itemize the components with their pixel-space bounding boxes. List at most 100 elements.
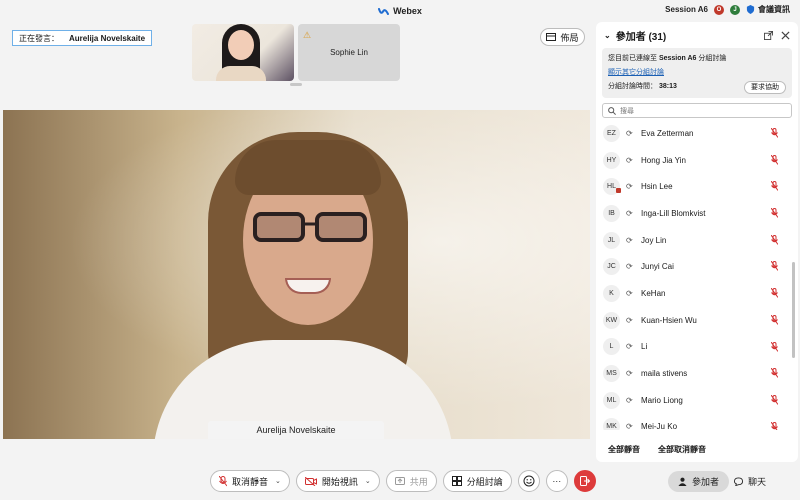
participant-row[interactable]: K ⟳ KeHan [596, 280, 798, 307]
participant-row[interactable]: MS ⟳ maila stivens [596, 360, 798, 387]
participant-row[interactable]: IB ⟳ Inga-Lill Blomkvist [596, 200, 798, 227]
request-help-button[interactable]: 要求協助 [744, 81, 786, 94]
chevron-down-icon[interactable]: ⌄ [275, 477, 281, 485]
participant-row[interactable]: MK ⟳ Mei-Ju Ko [596, 414, 798, 430]
main-video-stage[interactable]: Aurelija Novelskaite [3, 110, 590, 439]
connection-icon: ⟳ [626, 208, 633, 218]
connection-icon: ⟳ [626, 315, 633, 325]
close-icon[interactable] [781, 30, 790, 40]
mic-muted-icon[interactable] [771, 394, 778, 405]
participant-search-input[interactable]: 搜尋 [602, 103, 792, 118]
layout-button[interactable]: 佈局 [540, 28, 585, 46]
participant-initials: EZ [607, 129, 616, 137]
participant-row[interactable]: L ⟳ Li [596, 334, 798, 361]
breakout-session-info: 您目前已連線至 Session A6 分組討論 顯示其它分組討論 分組討論時間：… [602, 48, 792, 98]
mic-muted-icon[interactable] [771, 261, 778, 272]
mic-muted-icon[interactable] [771, 421, 778, 430]
participant-initials: IB [608, 209, 615, 217]
show-other-sessions-link[interactable]: 顯示其它分組討論 [608, 66, 786, 80]
participant-row[interactable]: HY ⟳ Hong Jia Yin [596, 147, 798, 174]
share-label: 共用 [409, 476, 428, 487]
session-text-suffix: 分組討論 [698, 55, 727, 62]
participant-name: Li [641, 342, 648, 352]
participants-toggle-button[interactable]: 參加者 [668, 471, 730, 492]
filmstrip-handle[interactable] [290, 83, 302, 86]
host-badge-icon [616, 188, 621, 194]
participant-name: Inga-Lill Blomkvist [641, 208, 706, 218]
participant-avatar: JL [603, 231, 620, 249]
participant-row[interactable]: JC ⟳ Junyi Cai [596, 253, 798, 280]
mic-muted-icon[interactable] [771, 368, 778, 378]
collapse-chevron-icon[interactable]: ⌄ [604, 31, 611, 40]
connection-icon: ⟳ [626, 262, 633, 272]
mic-muted-icon[interactable] [771, 234, 778, 245]
participant-row[interactable]: ML ⟳ Mario Liong [596, 387, 798, 414]
chat-bubble-icon [734, 477, 743, 486]
mic-muted-icon[interactable] [771, 154, 778, 165]
chevron-down-icon[interactable]: ⌄ [365, 477, 371, 485]
session-name: Session A6 [658, 55, 697, 62]
participant-avatar: KW [603, 311, 620, 329]
connection-icon: ⟳ [626, 342, 633, 352]
chat-toggle-button[interactable]: 聊天 [724, 471, 776, 492]
start-video-label: 開始視訊 [321, 476, 358, 487]
participant-list: EZ ⟳ Eva Zetterman HY ⟳ Hong Jia Yin HL ⟳ Hsin L… [596, 120, 798, 430]
participant-name: Mario Liong [641, 395, 683, 405]
participant-avatar: K [603, 284, 620, 302]
app-title: Webex [393, 6, 422, 16]
avatar-j[interactable]: J [730, 4, 740, 15]
participant-row[interactable]: KW ⟳ Kuan-Hsien Wu [596, 307, 798, 334]
participant-name: Junyi Cai [641, 262, 674, 272]
participant-name: Eva Zetterman [641, 128, 694, 138]
participant-avatar: JC [603, 258, 620, 276]
participant-row[interactable]: EZ ⟳ Eva Zetterman [596, 120, 798, 147]
unmute-all-button[interactable]: 全部取消靜音 [658, 444, 706, 455]
participant-row[interactable]: HL ⟳ Hsin Lee [596, 173, 798, 200]
mic-muted-icon[interactable] [771, 208, 778, 218]
participant-initials: JC [607, 263, 616, 271]
thumbnail-name: Sophie Lin [330, 48, 368, 57]
session-label: Session A6 [665, 5, 708, 14]
participants-label: 參加者 [692, 477, 720, 487]
participant-name: Hsin Lee [641, 182, 673, 192]
leave-icon [579, 476, 590, 486]
avatar-o[interactable]: O [714, 4, 724, 15]
mic-muted-icon[interactable] [771, 181, 778, 192]
shield-icon [746, 5, 755, 14]
unmute-button[interactable]: 取消靜音 ⌄ [210, 470, 290, 492]
participant-avatar: HY [603, 151, 620, 169]
participant-row[interactable]: JL ⟳ Joy Lin [596, 227, 798, 254]
mute-all-button[interactable]: 全部靜音 [608, 444, 640, 455]
thumb-body [216, 66, 266, 81]
popout-icon[interactable] [764, 30, 773, 40]
reactions-button[interactable] [517, 470, 540, 492]
person-icon [678, 477, 687, 486]
participants-panel: ⌄ 參加者 (31) 您目前已連線至 Session A6 分組討論 顯示其它分… [596, 22, 798, 462]
leave-meeting-button[interactable] [573, 470, 596, 492]
topbar-right: Session A6 O J 會議資訊 [665, 4, 790, 15]
participant-thumbnail-sophie[interactable]: ⚠ Sophie Lin [298, 24, 400, 81]
meeting-controls: 取消靜音 ⌄ 開始視訊 ⌄ 共用 分組討論 ··· [210, 470, 596, 492]
more-options-button[interactable]: ··· [545, 470, 568, 492]
layout-icon [546, 33, 557, 41]
mic-muted-icon[interactable] [771, 128, 778, 138]
participant-initials: HY [606, 156, 617, 164]
share-button[interactable]: 共用 [385, 470, 437, 492]
meeting-info-button[interactable]: 會議資訊 [746, 4, 790, 15]
mic-muted-icon[interactable] [771, 314, 778, 325]
breakout-icon [451, 476, 462, 486]
start-video-button[interactable]: 開始視訊 ⌄ [295, 470, 380, 492]
meeting-info-label: 會議資訊 [758, 5, 790, 14]
breakout-button[interactable]: 分組討論 [442, 470, 512, 492]
participant-avatar: IB [603, 204, 620, 222]
mic-muted-icon[interactable] [771, 288, 778, 298]
connection-icon: ⟳ [626, 422, 633, 430]
participant-name: Kuan-Hsien Wu [641, 315, 697, 325]
participant-thumbnail-video[interactable] [192, 24, 294, 81]
unmute-label: 取消靜音 [232, 476, 269, 487]
participant-name: Hong Jia Yin [641, 155, 686, 165]
mic-muted-icon[interactable] [771, 341, 778, 352]
participant-name: Joy Lin [641, 235, 667, 245]
participant-initials: L [609, 343, 614, 351]
participant-list-scrollbar[interactable] [792, 262, 795, 358]
